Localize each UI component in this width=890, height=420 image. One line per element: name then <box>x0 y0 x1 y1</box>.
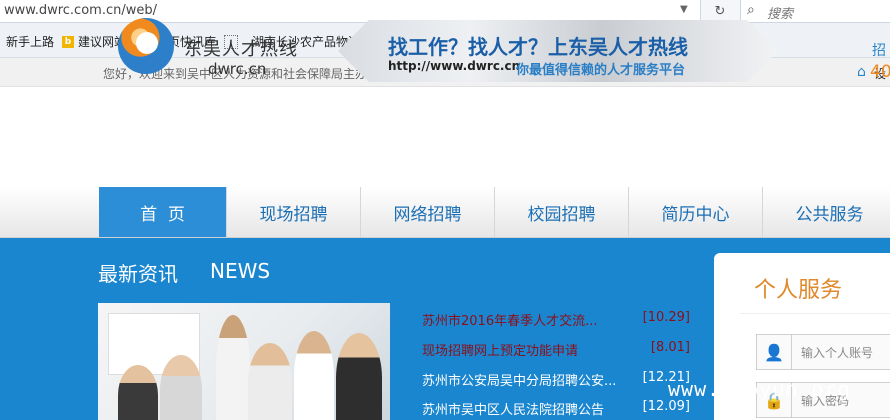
news-item-date: [12.09] <box>642 399 690 414</box>
browser-search-box[interactable]: ⌕ 搜索 <box>740 0 890 22</box>
personal-service-title: 个人服务 <box>754 278 843 303</box>
nav-resume-center[interactable]: 简历中心 <box>629 187 763 237</box>
news-item-title[interactable]: 苏州市2016年春季人才交流... <box>422 310 597 329</box>
news-item-date: [8.01] <box>650 340 690 355</box>
address-bar[interactable]: www.dwrc.com.cn/web/ ▼ <box>0 0 701 22</box>
news-item[interactable]: 苏州市公安局吴中分局招聘公安... [12.21] <box>422 370 690 389</box>
banner-title: 找工作？找人才？上东吴人才热线 <box>388 35 688 59</box>
bookmark-label: 新手上路 <box>6 35 55 49</box>
news-item[interactable]: 现场招聘网上预定功能申请 [8.01] <box>422 340 690 359</box>
news-section-title-en: NEWS <box>210 259 271 283</box>
divider <box>740 313 890 314</box>
news-item-title[interactable]: 现场招聘网上预定功能申请 <box>422 340 578 359</box>
main-nav: 首 页 现场招聘 网络招聘 校园招聘 简历中心 公共服务 <box>0 187 890 238</box>
photo-person <box>248 343 292 420</box>
nav-label: 网络招聘 <box>393 204 462 225</box>
reload-icon[interactable]: ↻ <box>706 0 734 22</box>
banner-subtitle: 你最值得信赖的人才服务平台 <box>516 63 686 78</box>
account-placeholder: 输入个人账号 <box>801 346 874 360</box>
news-item-title[interactable]: 苏州市吴中区人民法院招聘公告 <box>422 399 604 418</box>
nav-home[interactable]: 首 页 <box>99 187 227 237</box>
nav-label: 简历中心 <box>661 204 730 225</box>
account-input[interactable]: 👤 输入个人账号 <box>756 334 890 370</box>
photo-person <box>216 315 250 420</box>
header-right-number: 40 <box>870 62 890 82</box>
dropdown-arrow-icon[interactable]: ▼ <box>680 4 688 15</box>
search-placeholder[interactable]: 搜索 <box>767 3 793 22</box>
photo-person <box>160 355 202 420</box>
logo-domain[interactable]: dwrc.cn <box>208 60 266 78</box>
nav-onsite-recruitment[interactable]: 现场招聘 <box>227 187 361 237</box>
news-item-title[interactable]: 苏州市公安局吴中分局招聘公安... <box>422 370 616 389</box>
nav-label: 首 页 <box>140 204 185 225</box>
logo-name[interactable]: 东吴人才热线 <box>184 35 298 61</box>
user-icon: 👤 <box>757 335 792 369</box>
nav-label: 现场招聘 <box>259 204 328 225</box>
nav-campus-recruitment[interactable]: 校园招聘 <box>495 187 629 237</box>
news-item[interactable]: 苏州市吴中区人民法院招聘公告 [12.09] <box>422 399 690 418</box>
bookmark-suggested-sites[interactable]: b 建议网站 <box>62 33 126 50</box>
news-item[interactable]: 苏州市2016年春季人才交流... [10.29] <box>422 310 690 329</box>
home-icon[interactable]: ⌂ <box>857 64 866 80</box>
watermark: www.wooyun.org <box>668 377 851 401</box>
banner-url: http://www.dwrc.cn <box>388 59 521 73</box>
nav-label: 公共服务 <box>795 204 864 225</box>
header-right-label: 招 <box>872 43 886 59</box>
site-header <box>0 87 890 187</box>
bookmark-newbie[interactable]: 新手上路 <box>6 33 54 50</box>
news-section-title: 最新资讯 <box>98 262 178 286</box>
search-icon: ⌕ <box>747 2 755 18</box>
photo-person <box>336 333 382 420</box>
photo-person <box>118 365 158 420</box>
news-photo[interactable] <box>98 303 390 420</box>
nav-online-recruitment[interactable]: 网络招聘 <box>361 187 495 237</box>
address-text[interactable]: www.dwrc.com.cn/web/ <box>4 3 157 18</box>
bing-icon: b <box>62 35 74 48</box>
logo-inner-mark <box>136 32 158 54</box>
news-item-date: [10.29] <box>642 310 690 325</box>
nav-label: 校园招聘 <box>527 204 596 225</box>
photo-person <box>294 331 334 420</box>
nav-public-service[interactable]: 公共服务 <box>763 187 890 237</box>
